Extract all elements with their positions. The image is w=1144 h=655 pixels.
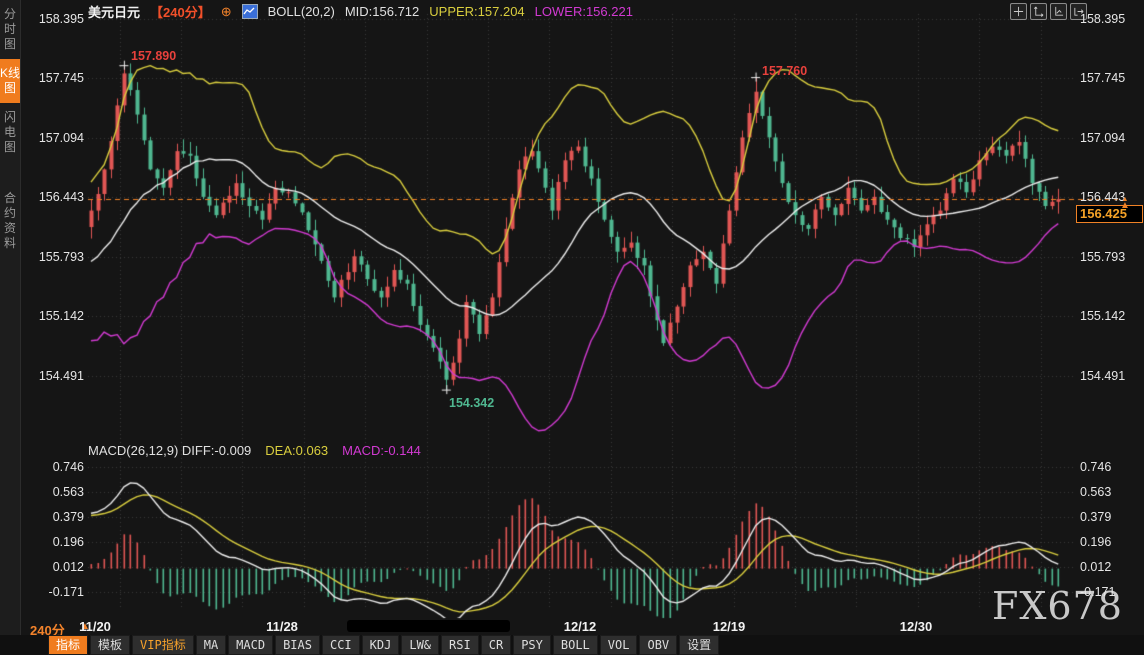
price-tick-right: 157.745 xyxy=(1080,71,1142,85)
macd-tick-right: 0.563 xyxy=(1080,485,1142,499)
axes-zigzag-icon[interactable] xyxy=(1050,3,1067,20)
sidebar-item-lightning[interactable]: 闪电图 xyxy=(0,103,20,162)
toolbar-button-lwr[interactable]: LW& xyxy=(401,635,439,655)
toolbar-button-template[interactable]: 模板 xyxy=(90,635,130,655)
axes-icon[interactable] xyxy=(1030,3,1047,20)
macd-dea-value: DEA:0.063 xyxy=(265,443,328,458)
price-tick-right: 158.395 xyxy=(1080,12,1142,26)
toolbar-button-bias[interactable]: BIAS xyxy=(275,635,320,655)
date-label: 11/20 xyxy=(79,619,111,634)
macd-tick-right: 0.012 xyxy=(1080,560,1142,574)
indicator-toolbar: 指标 模板 VIP指标 MA MACD BIAS CCI KDJ LW& RSI… xyxy=(0,635,1144,655)
last-price-badge: 156.425 xyxy=(1076,205,1143,223)
swing-high-annotation: 157.760 xyxy=(762,64,807,78)
toolbar-button-indicator[interactable]: 指标 xyxy=(48,635,88,655)
boll-upper-value: UPPER:157.204 xyxy=(429,4,524,19)
boll-indicator-label: BOLL(20,2) xyxy=(268,4,335,19)
macd-diff-value: MACD(26,12,9) DIFF:-0.009 xyxy=(88,443,251,458)
date-label: 12/30 xyxy=(900,619,933,634)
trading-app-window: 分时图 K线图 闪电图 合约资料 美元日元 【240分】 ⊕ BOLL(20,2… xyxy=(0,0,1144,655)
sidebar-item-kline[interactable]: K线图 xyxy=(0,59,20,103)
price-chart-canvas[interactable] xyxy=(0,0,1144,655)
toolbar-button-cr[interactable]: CR xyxy=(481,635,511,655)
mini-chart-icon[interactable] xyxy=(242,4,258,19)
swing-low-annotation: 154.342 xyxy=(449,396,494,410)
toolbar-button-obv[interactable]: OBV xyxy=(639,635,677,655)
sidebar-item-contract-info[interactable]: 合约资料 xyxy=(0,184,20,258)
boll-lower-value: LOWER:156.221 xyxy=(535,4,633,19)
price-tick-right: 155.142 xyxy=(1080,309,1142,323)
watermark: FX678 xyxy=(992,584,1123,628)
price-marker-icon-bottom: ▲ xyxy=(1120,200,1130,211)
macd-macd-value: MACD:-0.144 xyxy=(342,443,421,458)
toolbar-button-boll[interactable]: BOLL xyxy=(553,635,598,655)
toolbar-button-psy[interactable]: PSY xyxy=(513,635,551,655)
macd-legend: MACD(26,12,9) DIFF:-0.009 DEA:0.063 MACD… xyxy=(88,443,421,458)
date-label: 12/19 xyxy=(713,619,746,634)
chart-header: 美元日元 【240分】 ⊕ BOLL(20,2) MID:156.712 UPP… xyxy=(88,2,633,21)
toolbar-button-settings[interactable]: 设置 xyxy=(679,635,719,655)
chart-type-sidebar: 分时图 K线图 闪电图 合约资料 xyxy=(0,0,21,655)
toolbar-button-ma[interactable]: MA xyxy=(196,635,226,655)
price-tick-right: 156.443 xyxy=(1080,190,1142,204)
price-tick-right: 155.793 xyxy=(1080,250,1142,264)
date-label: 11/28 xyxy=(266,619,298,634)
toolbar-button-vip[interactable]: VIP指标 xyxy=(132,635,194,655)
price-tick-right: 154.491 xyxy=(1080,369,1142,383)
chart-scrollbar[interactable] xyxy=(347,620,510,632)
date-label: 12/12 xyxy=(564,619,597,634)
swing-high-annotation: 157.890 xyxy=(131,49,176,63)
macd-tick-right: 0.379 xyxy=(1080,510,1142,524)
price-marker-icon: ▲ ▲ xyxy=(1120,196,1130,210)
macd-tick-right: 0.746 xyxy=(1080,460,1142,474)
price-tick-right: 157.094 xyxy=(1080,131,1142,145)
sidebar-item-timeshare[interactable]: 分时图 xyxy=(0,0,20,59)
symbol-title: 美元日元 xyxy=(88,2,140,21)
toolbar-button-vol[interactable]: VOL xyxy=(600,635,638,655)
toolbar-button-cci[interactable]: CCI xyxy=(322,635,360,655)
toolbar-button-macd[interactable]: MACD xyxy=(228,635,273,655)
chart-tools-group xyxy=(1010,3,1087,20)
toolbar-button-kdj[interactable]: KDJ xyxy=(362,635,400,655)
crosshair-icon[interactable] xyxy=(1010,3,1027,20)
boll-mid-value: MID:156.712 xyxy=(345,4,419,19)
toolbar-button-rsi[interactable]: RSI xyxy=(441,635,479,655)
macd-tick-right: 0.196 xyxy=(1080,535,1142,549)
plus-circle-icon[interactable]: ⊕ xyxy=(221,4,232,20)
period-label: 【240分】 xyxy=(150,2,211,21)
